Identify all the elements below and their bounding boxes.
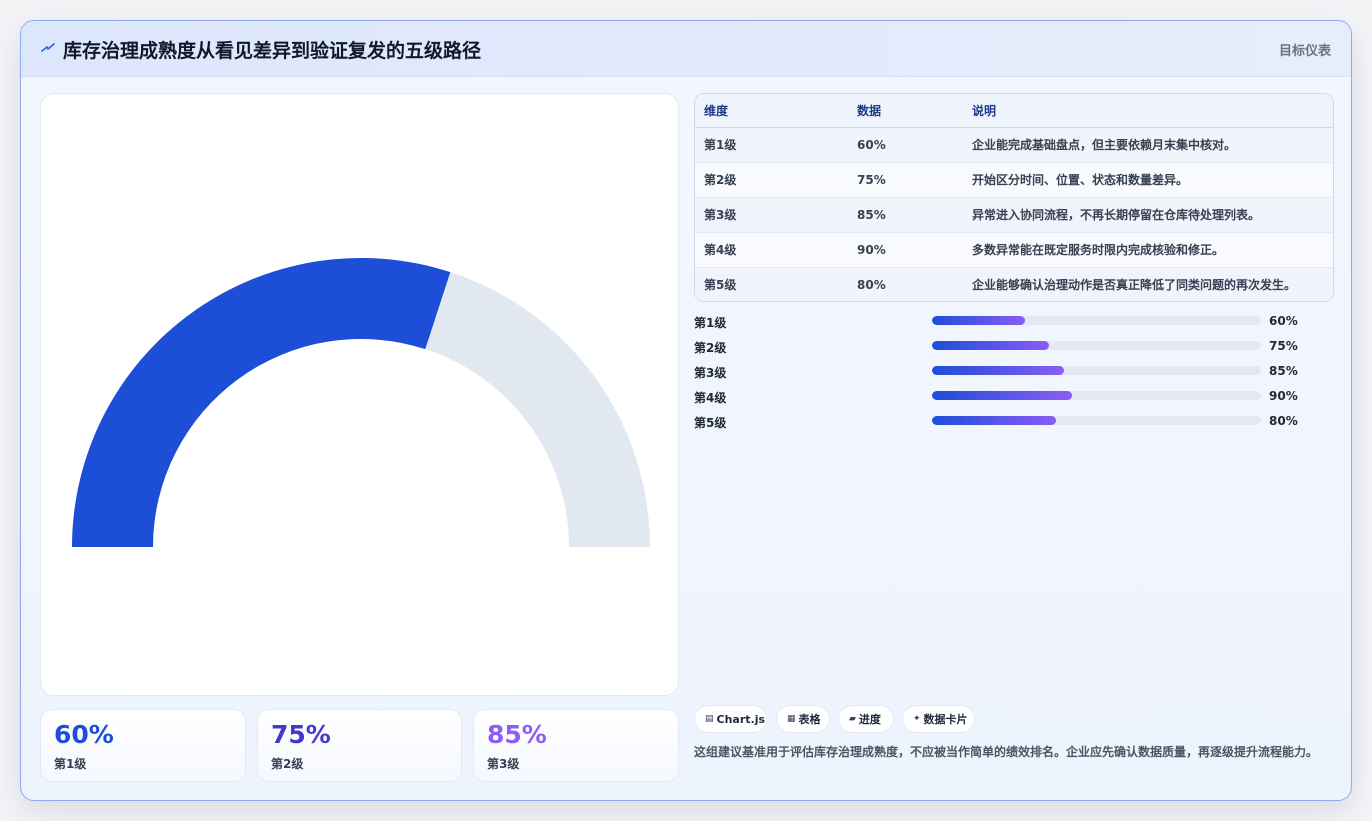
- progress-list: 第1级 60% 第2级 75% 第3级 85% 第4级 90% 第5级 80%: [694, 311, 1334, 436]
- cell-description: 企业能够确认治理动作是否真正降低了同类问题的再次发生。: [963, 267, 1333, 301]
- gauge-chart: [72, 257, 650, 547]
- progress-value: 60%: [1269, 314, 1298, 328]
- stat-value: 85%: [487, 720, 547, 749]
- chip-progress[interactable]: ▰ 进度: [838, 705, 894, 733]
- stat-value: 60%: [54, 720, 114, 749]
- progress-label: 第3级: [694, 366, 727, 380]
- progress-row: 第1级 60%: [694, 311, 1334, 336]
- stat-label: 第3级: [487, 757, 520, 771]
- cell-value: 80%: [848, 267, 963, 301]
- chip-label: 表格: [798, 713, 821, 726]
- cell-dimension: 第4级: [695, 232, 848, 268]
- stat-label: 第2级: [271, 757, 304, 771]
- stat-label: 第1级: [54, 757, 87, 771]
- progress-value: 80%: [1269, 414, 1298, 428]
- stat-card-3: 85% 第3级: [473, 709, 679, 782]
- progress-row: 第4级 90%: [694, 386, 1334, 411]
- progress-fill: [932, 316, 1026, 325]
- data-table: 维度 数据 说明 第1级 60% 企业能完成基础盘点，但主要依赖月末集中核对。 …: [694, 93, 1334, 302]
- progress-label: 第5级: [694, 416, 727, 430]
- bolt-icon: [41, 43, 55, 52]
- cell-description: 企业能完成基础盘点，但主要依赖月末集中核对。: [963, 127, 1333, 163]
- cell-dimension: 第3级: [695, 197, 848, 233]
- column-header: 维度: [695, 94, 848, 128]
- table-row: 第3级 85% 异常进入协同流程，不再长期停留在仓库待处理列表。: [695, 197, 1333, 233]
- table-row: 第4级 90% 多数异常能在既定服务时限内完成核验和修正。: [695, 232, 1333, 268]
- cell-description: 异常进入协同流程，不再长期停留在仓库待处理列表。: [963, 197, 1333, 233]
- chip-label: 数据卡片: [923, 713, 968, 726]
- stat-value: 75%: [271, 720, 331, 749]
- sparkle-icon: ✦: [913, 714, 921, 724]
- page-title: 库存治理成熟度从看见差异到验证复发的五级路径: [63, 40, 482, 62]
- gauge-value-arc: [72, 257, 451, 547]
- cell-dimension: 第5级: [695, 267, 848, 301]
- table-row: 第5级 80% 企业能够确认治理动作是否真正降低了同类问题的再次发生。: [695, 267, 1333, 301]
- cell-description: 开始区分时间、位置、状态和数量差异。: [963, 162, 1333, 198]
- stat-card-2: 75% 第2级: [257, 709, 462, 782]
- cell-dimension: 第2级: [695, 162, 848, 198]
- progress-label: 第1级: [694, 316, 727, 330]
- chip-label: 进度: [858, 713, 881, 726]
- header-label: 目标仪表: [1278, 44, 1331, 59]
- progress-track: [932, 341, 1261, 350]
- progress-fill: [932, 366, 1065, 375]
- progress-value: 75%: [1269, 339, 1298, 353]
- stat-card-1: 60% 第1级: [40, 709, 246, 782]
- column-header: 说明: [963, 94, 1333, 128]
- cell-value: 90%: [848, 232, 963, 268]
- table-icon: ▦: [787, 714, 796, 724]
- table-header-row: 维度 数据 说明: [695, 94, 1333, 128]
- progress-value: 85%: [1269, 364, 1298, 378]
- cell-value: 75%: [848, 162, 963, 198]
- gauge-panel: [40, 93, 679, 696]
- gauge-track: [425, 272, 650, 547]
- chart-icon: ▤: [705, 714, 714, 724]
- progress-track: [932, 416, 1261, 425]
- progress-icon: ▰: [849, 714, 856, 724]
- progress-row: 第5级 80%: [694, 411, 1334, 436]
- chip-data-card[interactable]: ✦ 数据卡片: [902, 705, 975, 733]
- table-row: 第2级 75% 开始区分时间、位置、状态和数量差异。: [695, 162, 1333, 198]
- table-row: 第1级 60% 企业能完成基础盘点，但主要依赖月末集中核对。: [695, 127, 1333, 163]
- progress-label: 第4级: [694, 391, 727, 405]
- progress-fill: [932, 341, 1049, 350]
- chip-label: Chart.js: [716, 712, 766, 726]
- header: 库存治理成熟度从看见差异到验证复发的五级路径 目标仪表: [21, 21, 1351, 77]
- chip-chartjs[interactable]: ▤ Chart.js: [694, 705, 767, 733]
- progress-row: 第2级 75%: [694, 336, 1334, 361]
- column-header: 数据: [848, 94, 963, 128]
- cell-description: 多数异常能在既定服务时限内完成核验和修正。: [963, 232, 1333, 268]
- progress-value: 90%: [1269, 389, 1298, 403]
- progress-row: 第3级 85%: [694, 361, 1334, 386]
- progress-fill: [932, 391, 1072, 400]
- chip-table[interactable]: ▦ 表格: [776, 705, 830, 733]
- progress-track: [932, 366, 1261, 375]
- cell-value: 85%: [848, 197, 963, 233]
- progress-track: [932, 316, 1261, 325]
- footnote: 这组建议基准用于评估库存治理成熟度，不应被当作简单的绩效排名。企业应先确认数据质…: [694, 745, 1319, 759]
- progress-fill: [932, 416, 1057, 425]
- progress-track: [932, 391, 1261, 400]
- cell-dimension: 第1级: [695, 127, 848, 163]
- progress-label: 第2级: [694, 341, 727, 355]
- cell-value: 60%: [848, 127, 963, 163]
- dashboard-card: 库存治理成熟度从看见差异到验证复发的五级路径 目标仪表 60% 第1级 75% …: [20, 20, 1352, 801]
